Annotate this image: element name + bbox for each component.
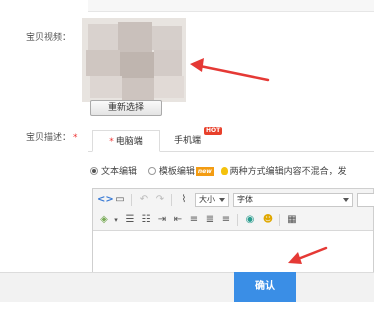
font-size-value: 大小: [199, 195, 215, 204]
text-edit-radio[interactable]: [90, 167, 98, 175]
video-label: 宝贝视频：: [26, 30, 71, 43]
emoji-icon[interactable]: ☻: [261, 213, 275, 227]
chevron-down-icon: [343, 198, 349, 202]
hot-badge: HOT: [204, 127, 223, 135]
source-code-icon[interactable]: <>: [97, 193, 114, 207]
rich-text-editor: <> ▭ ↶ ↷ ⌇ 大小 字体 ◈ ▾ ☰ ☷ ⇥ ⇤ ≡ ≣ ≡ ◉ ☻ ▦: [92, 188, 374, 278]
thumb-block: [120, 52, 154, 78]
thumb-block: [118, 22, 152, 52]
font-family-select[interactable]: 字体: [233, 193, 353, 207]
align-left-icon[interactable]: ≡: [187, 213, 201, 227]
footer-bar: [0, 272, 374, 302]
extra-select[interactable]: [357, 193, 374, 207]
toolbar-divider: [131, 194, 132, 206]
thumb-block: [86, 50, 120, 76]
chevron-down-icon[interactable]: ▾: [109, 213, 123, 227]
template-edit-label: 模板编辑: [158, 167, 195, 177]
thumb-block: [88, 24, 118, 50]
ordered-list-icon[interactable]: ☷: [139, 213, 153, 227]
toolbar-divider: [171, 194, 172, 206]
edit-mode-row: 文本编辑 模板编辑 new 两种方式编辑内容不混合，发: [90, 164, 347, 178]
undo-icon[interactable]: ↶: [137, 193, 151, 207]
tab-pc[interactable]: * 电脑端: [92, 130, 160, 152]
video-label-text: 宝贝视频：: [26, 33, 72, 43]
template-edit-radio[interactable]: [147, 167, 156, 175]
required-mark: *: [73, 133, 78, 143]
outdent-icon[interactable]: ⇤: [171, 213, 185, 227]
toolbar-row-1: <> ▭ ↶ ↷ ⌇ 大小 字体: [93, 190, 374, 210]
align-right-icon[interactable]: ≡: [219, 213, 233, 227]
tab-pc-label: 电脑端: [115, 137, 143, 147]
device-tabs: * 电脑端 手机端 HOT: [88, 127, 374, 152]
thumb-block: [90, 76, 122, 98]
confirm-button[interactable]: 确认: [234, 272, 296, 302]
thumb-block: [122, 78, 154, 100]
editor-toolbar: <> ▭ ↶ ↷ ⌇ 大小 字体 ◈ ▾ ☰ ☷ ⇥ ⇤ ≡ ≣ ≡ ◉ ☻ ▦: [93, 189, 374, 231]
text-edit-option[interactable]: 文本编辑: [90, 167, 137, 177]
toolbar-divider: [237, 214, 238, 226]
chevron-down-icon: [219, 198, 225, 202]
thumb-block: [154, 50, 182, 76]
format-painter-icon[interactable]: ⌇: [177, 193, 191, 207]
indent-icon[interactable]: ⇥: [155, 213, 169, 227]
description-label: 宝贝描述： *: [26, 130, 78, 143]
align-center-icon[interactable]: ≣: [203, 213, 217, 227]
globe-icon[interactable]: ◉: [243, 213, 257, 227]
font-size-select[interactable]: 大小: [195, 193, 229, 207]
preview-icon[interactable]: ▭: [113, 193, 127, 207]
unordered-list-icon[interactable]: ☰: [123, 213, 137, 227]
thumb-block: [152, 26, 182, 50]
template-edit-option[interactable]: 模板编辑 new: [147, 167, 214, 177]
tab-pc-required-mark: *: [109, 137, 114, 147]
reselect-button[interactable]: 重新选择: [90, 100, 162, 116]
top-strip: [88, 0, 374, 12]
description-label-text: 宝贝描述：: [26, 133, 72, 143]
text-edit-label: 文本编辑: [101, 167, 138, 177]
font-family-value: 字体: [237, 195, 253, 204]
arrow-to-thumbnail: [190, 58, 270, 82]
toolbar-divider: [279, 214, 280, 226]
table-icon[interactable]: ▦: [285, 213, 299, 227]
thumb-block: [154, 76, 184, 98]
lightbulb-icon: [220, 167, 228, 175]
mode-hint: 两种方式编辑内容不混合，发: [229, 167, 347, 177]
new-badge: new: [195, 167, 214, 176]
video-thumbnail[interactable]: [82, 18, 186, 102]
toolbar-row-2: ◈ ▾ ☰ ☷ ⇥ ⇤ ≡ ≣ ≡ ◉ ☻ ▦: [93, 210, 373, 230]
redo-icon[interactable]: ↷: [153, 193, 167, 207]
tab-mobile[interactable]: 手机端: [174, 130, 201, 152]
